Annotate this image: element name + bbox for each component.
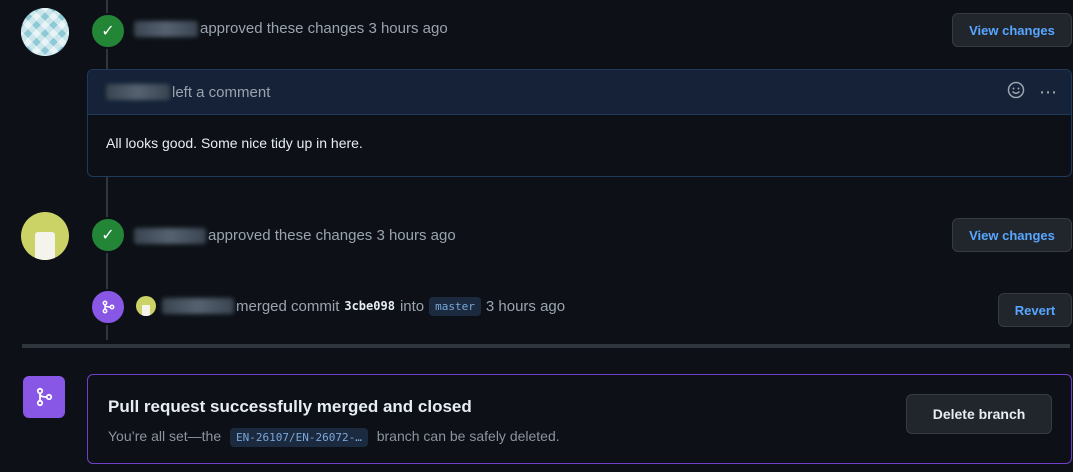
redacted-username bbox=[134, 20, 198, 37]
merged-subtitle-suffix: branch can be safely deleted. bbox=[376, 428, 560, 444]
branch-label[interactable]: master bbox=[429, 296, 481, 316]
avatar[interactable] bbox=[21, 212, 69, 260]
view-changes-button[interactable]: View changes bbox=[952, 218, 1072, 252]
approval-text: approved these changes 3 hours ago bbox=[208, 227, 456, 244]
comment-header: left a comment ⋯ bbox=[88, 70, 1071, 115]
redacted-username bbox=[106, 84, 170, 100]
avatar[interactable] bbox=[136, 296, 156, 316]
merged-subtitle: You’re all set—the EN-26107/EN-26072-… b… bbox=[108, 428, 560, 447]
view-changes-button[interactable]: View changes bbox=[952, 13, 1072, 47]
comment-box: left a comment ⋯ All looks good. Some ni… bbox=[87, 69, 1072, 177]
timeline-divider bbox=[22, 344, 1070, 348]
merge-time: 3 hours ago bbox=[485, 297, 566, 315]
delete-branch-button[interactable]: Delete branch bbox=[906, 394, 1052, 434]
branch-label[interactable]: EN-26107/EN-26072-… bbox=[230, 428, 368, 447]
check-icon: ✓ bbox=[90, 217, 126, 253]
merge-event: merged commit 3cbe098 into master 3 hour… bbox=[136, 296, 565, 316]
approval-event: approved these changes 3 hours ago bbox=[134, 227, 456, 244]
commit-sha-link[interactable]: 3cbe098 bbox=[344, 299, 395, 313]
merge-icon bbox=[23, 376, 65, 418]
avatar[interactable] bbox=[21, 8, 69, 56]
approval-text: approved these changes 3 hours ago bbox=[200, 20, 448, 37]
revert-button[interactable]: Revert bbox=[998, 293, 1072, 327]
merged-title: Pull request successfully merged and clo… bbox=[108, 397, 472, 416]
pr-timeline: ✓ approved these changes 3 hours ago Vie… bbox=[0, 0, 1073, 472]
merge-icon bbox=[90, 289, 126, 325]
approval-event: approved these changes 3 hours ago bbox=[134, 20, 448, 37]
smiley-icon[interactable] bbox=[1007, 81, 1025, 104]
merged-subtitle-prefix: You’re all set—the bbox=[108, 428, 222, 444]
check-icon: ✓ bbox=[90, 13, 126, 49]
merge-prefix: merged commit bbox=[236, 297, 340, 315]
redacted-username bbox=[162, 298, 234, 314]
comment-body: All looks good. Some nice tidy up in her… bbox=[106, 135, 363, 151]
merge-into: into bbox=[399, 297, 425, 315]
redacted-username bbox=[134, 227, 206, 244]
kebab-menu-icon[interactable]: ⋯ bbox=[1039, 82, 1057, 103]
comment-header-text: left a comment bbox=[172, 83, 271, 101]
